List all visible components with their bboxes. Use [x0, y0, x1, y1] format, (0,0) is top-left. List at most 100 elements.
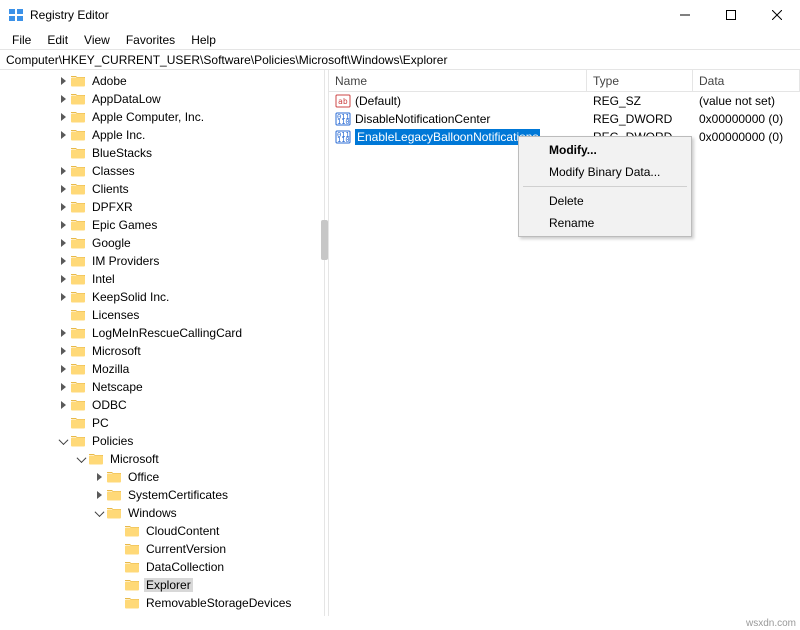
tree-item[interactable]: Windows	[2, 504, 324, 522]
folder-icon	[70, 416, 86, 430]
value-type: REG_DWORD	[587, 112, 693, 126]
registry-value-row[interactable]: 011110DisableNotificationCenterREG_DWORD…	[329, 110, 800, 128]
tree-expand-icon[interactable]	[56, 74, 70, 88]
tree-item-label: Mozilla	[90, 362, 131, 376]
tree-item[interactable]: CloudContent	[2, 522, 324, 540]
tree-item[interactable]: KeepSolid Inc.	[2, 288, 324, 306]
tree-item[interactable]: LogMeInRescueCallingCard	[2, 324, 324, 342]
tree-expand-icon[interactable]	[92, 488, 106, 502]
close-button[interactable]	[754, 0, 800, 30]
tree-expand-icon[interactable]	[56, 182, 70, 196]
tree-item[interactable]: ODBC	[2, 396, 324, 414]
tree-item-label: Epic Games	[90, 218, 159, 232]
tree-item[interactable]: PC	[2, 414, 324, 432]
tree-expand-icon[interactable]	[56, 362, 70, 376]
splitter-grip[interactable]	[321, 220, 328, 260]
tree-item[interactable]: Policies	[2, 432, 324, 450]
folder-icon	[70, 128, 86, 142]
tree-item[interactable]: Epic Games	[2, 216, 324, 234]
tree-item[interactable]: Mozilla	[2, 360, 324, 378]
address-path: Computer\HKEY_CURRENT_USER\Software\Poli…	[6, 53, 447, 67]
tree-item[interactable]: Office	[2, 468, 324, 486]
column-type[interactable]: Type	[587, 70, 693, 91]
tree-item-label: DataCollection	[144, 560, 226, 574]
tree-expand-icon[interactable]	[56, 110, 70, 124]
tree-expand-icon[interactable]	[56, 92, 70, 106]
tree-view[interactable]: AdobeAppDataLowApple Computer, Inc.Apple…	[0, 70, 324, 616]
tree-expand-icon[interactable]	[56, 344, 70, 358]
tree-item[interactable]: Netscape	[2, 378, 324, 396]
tree-item[interactable]: Apple Computer, Inc.	[2, 108, 324, 126]
folder-icon	[70, 236, 86, 250]
registry-value-row[interactable]: ab(Default)REG_SZ(value not set)	[329, 92, 800, 110]
folder-icon	[70, 362, 86, 376]
tree-collapse-icon[interactable]	[56, 434, 70, 448]
tree-item[interactable]: Clients	[2, 180, 324, 198]
context-modify[interactable]: Modify...	[521, 139, 689, 161]
tree-item[interactable]: Power	[2, 612, 324, 616]
minimize-button[interactable]	[662, 0, 708, 30]
tree-item[interactable]: SystemCertificates	[2, 486, 324, 504]
tree-expand-icon[interactable]	[74, 614, 88, 616]
tree-item-label: SystemCertificates	[126, 488, 230, 502]
tree-expand-icon[interactable]	[56, 380, 70, 394]
tree-item[interactable]: DataCollection	[2, 558, 324, 576]
column-name[interactable]: Name	[329, 70, 587, 91]
tree-expand-icon[interactable]	[56, 218, 70, 232]
tree-expand-icon[interactable]	[56, 326, 70, 340]
folder-icon	[106, 470, 122, 484]
column-data[interactable]: Data	[693, 70, 800, 91]
tree-item[interactable]: RemovableStorageDevices	[2, 594, 324, 612]
tree-item-label: IM Providers	[90, 254, 161, 268]
folder-icon	[70, 344, 86, 358]
folder-icon	[124, 560, 140, 574]
tree-item[interactable]: Google	[2, 234, 324, 252]
tree-item[interactable]: Intel	[2, 270, 324, 288]
tree-expand-icon[interactable]	[56, 236, 70, 250]
tree-expand-icon[interactable]	[56, 128, 70, 142]
context-modify-binary[interactable]: Modify Binary Data...	[521, 161, 689, 183]
tree-item[interactable]: AppDataLow	[2, 90, 324, 108]
menu-edit[interactable]: Edit	[39, 31, 76, 49]
svg-text:110: 110	[337, 118, 350, 126]
value-name: EnableLegacyBalloonNotifications	[355, 129, 540, 145]
value-data: (value not set)	[693, 94, 800, 108]
folder-icon	[70, 308, 86, 322]
tree-expand-icon[interactable]	[56, 290, 70, 304]
context-delete[interactable]: Delete	[521, 190, 689, 212]
tree-expand-icon[interactable]	[56, 272, 70, 286]
tree-expand-icon[interactable]	[56, 254, 70, 268]
folder-icon	[88, 452, 104, 466]
tree-item[interactable]: Apple Inc.	[2, 126, 324, 144]
tree-expand-icon[interactable]	[56, 200, 70, 214]
menu-file[interactable]: File	[4, 31, 39, 49]
tree-expand-icon[interactable]	[56, 398, 70, 412]
tree-collapse-icon[interactable]	[74, 452, 88, 466]
context-rename[interactable]: Rename	[521, 212, 689, 234]
tree-item[interactable]: Microsoft	[2, 342, 324, 360]
tree-item[interactable]: Explorer	[2, 576, 324, 594]
tree-collapse-icon[interactable]	[92, 506, 106, 520]
menu-help[interactable]: Help	[183, 31, 224, 49]
tree-item-label: Windows	[126, 506, 179, 520]
tree-item-label: Policies	[90, 434, 135, 448]
tree-item[interactable]: Adobe	[2, 72, 324, 90]
tree-expand-icon[interactable]	[56, 164, 70, 178]
address-bar[interactable]: Computer\HKEY_CURRENT_USER\Software\Poli…	[0, 50, 800, 70]
menu-favorites[interactable]: Favorites	[118, 31, 183, 49]
tree-item[interactable]: Licenses	[2, 306, 324, 324]
tree-item[interactable]: CurrentVersion	[2, 540, 324, 558]
maximize-button[interactable]	[708, 0, 754, 30]
string-value-icon: ab	[335, 93, 351, 109]
tree-item[interactable]: Classes	[2, 162, 324, 180]
tree-item[interactable]: DPFXR	[2, 198, 324, 216]
tree-item[interactable]: Microsoft	[2, 450, 324, 468]
value-data: 0x00000000 (0)	[693, 130, 800, 144]
folder-icon	[70, 272, 86, 286]
tree-item[interactable]: BlueStacks	[2, 144, 324, 162]
tree-expand-icon[interactable]	[92, 470, 106, 484]
tree-item-label: Intel	[90, 272, 117, 286]
tree-item-label: Google	[90, 236, 133, 250]
menu-view[interactable]: View	[76, 31, 118, 49]
tree-item[interactable]: IM Providers	[2, 252, 324, 270]
